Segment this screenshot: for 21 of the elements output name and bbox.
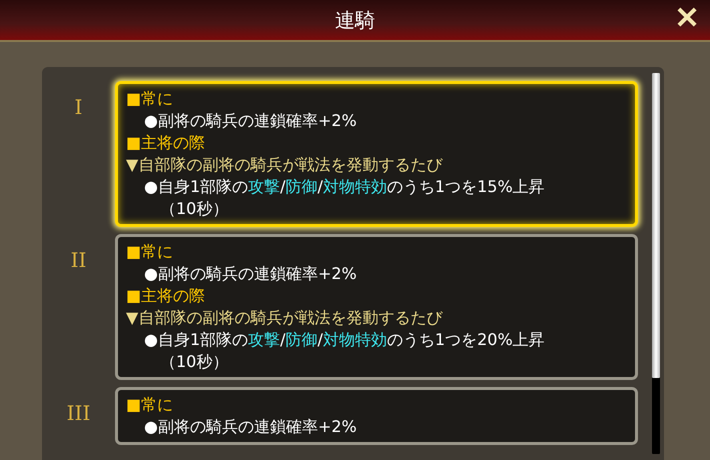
level-card[interactable]: ■常に ●副将の騎兵の連鎖確率+2% [115, 387, 638, 445]
trigger-text: ▼自部隊の副将の騎兵が戦法を発動するたび [126, 307, 444, 329]
trigger-text: ▼自部隊の副将の騎兵が戦法を発動するたび [126, 154, 444, 176]
effect-text: ●副将の騎兵の連鎖確率+2% [143, 110, 358, 132]
level-numeral: II [70, 247, 88, 272]
level-numeral: III [66, 400, 92, 425]
effect-text: ●自身1部隊の攻撃/防御/対物特効のうち1つを15%上昇（10秒） [143, 176, 546, 220]
condition-heading: ■主将の際 [126, 285, 206, 307]
scrollbar[interactable] [652, 73, 660, 454]
window-title: 連騎 [335, 6, 375, 34]
level-card[interactable]: ■常に ●副将の騎兵の連鎖確率+2% ■主将の際 ▼自部隊の副将の騎兵が戦法を発動するたび ●自身1部隊の攻撃/防御/対物特効のうち1つを15%上昇（10秒） [115, 81, 638, 227]
close-button[interactable]: ✕ [670, 2, 704, 36]
effect-text: ●自身1部隊の攻撃/防御/対物特効のうち1つを20%上昇（10秒） [143, 329, 546, 373]
level-card[interactable]: ■常に ●副将の騎兵の連鎖確率+2% ■主将の際 ▼自部隊の副将の騎兵が戦法を発動するたび ●自身1部隊の攻撃/防御/対物特効のうち1つを20%上昇（10秒） [115, 234, 638, 380]
condition-heading: ■常に [126, 394, 174, 416]
level-numeral: I [74, 94, 84, 119]
effect-text: ●副将の騎兵の連鎖確率+2% [143, 416, 358, 438]
condition-heading: ■常に [126, 88, 174, 110]
condition-heading: ■主将の際 [126, 132, 206, 154]
condition-heading: ■常に [126, 241, 174, 263]
effect-text: ●副将の騎兵の連鎖確率+2% [143, 263, 358, 285]
